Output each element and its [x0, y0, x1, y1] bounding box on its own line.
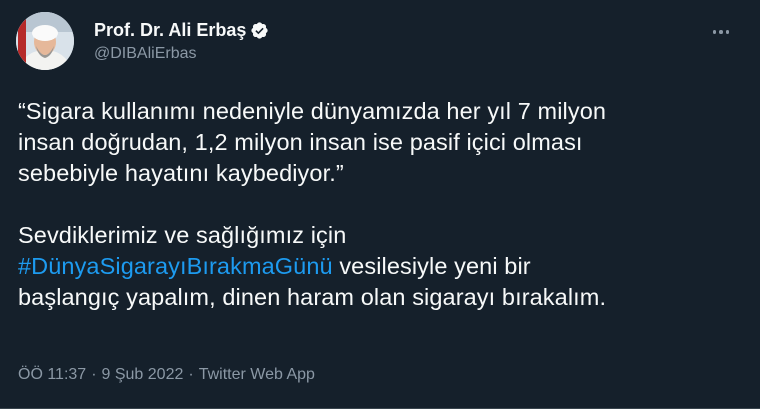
tweet: Prof. Dr. Ali Erbaş @DIBAliErbas “Sigara…: [0, 0, 760, 409]
avatar[interactable]: [16, 12, 74, 70]
tweet-header: Prof. Dr. Ali Erbaş @DIBAliErbas: [16, 12, 744, 72]
tweet-metadata: ÖÖ 11:37 · 9 Şub 2022 · Twitter Web App: [18, 366, 315, 384]
name-row: Prof. Dr. Ali Erbaş: [94, 18, 269, 42]
tweet-date[interactable]: 9 Şub 2022: [102, 366, 184, 383]
tweet-text-segment: Sevdiklerimiz ve sağlığımız için: [18, 222, 347, 248]
tweet-paragraph-call: Sevdiklerimiz ve sağlığımız için #DünyaS…: [18, 220, 742, 313]
meta-separator: ·: [91, 366, 97, 383]
meta-separator: ·: [188, 366, 194, 383]
avatar-image: [16, 12, 74, 70]
more-horizontal-icon: [725, 30, 730, 34]
author-name[interactable]: Prof. Dr. Ali Erbaş: [94, 20, 246, 41]
user-info: Prof. Dr. Ali Erbaş @DIBAliErbas: [94, 18, 269, 63]
more-options-button[interactable]: [708, 22, 734, 42]
tweet-source[interactable]: Twitter Web App: [199, 366, 315, 383]
tweet-text: “Sigara kullanımı nedeniyle dünyamızda h…: [18, 96, 742, 313]
author-handle[interactable]: @DIBAliErbas: [94, 45, 269, 63]
tweet-paragraph-quote: “Sigara kullanımı nedeniyle dünyamızda h…: [18, 98, 607, 186]
more-horizontal-icon: [719, 30, 723, 34]
hashtag-link[interactable]: #DünyaSigarayıBırakmaGünü: [18, 253, 333, 279]
tweet-time[interactable]: ÖÖ 11:37: [18, 366, 86, 383]
more-horizontal-icon: [712, 30, 717, 34]
verified-badge-icon: [250, 21, 269, 40]
